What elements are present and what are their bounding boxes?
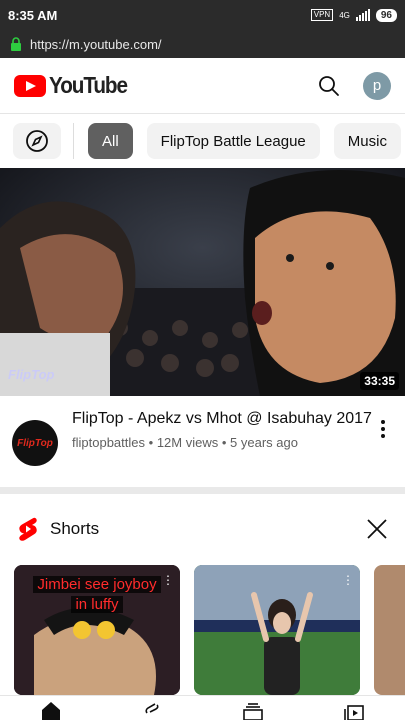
video-info: FlipTop FlipTop - Apekz vs Mhot @ Isabuh…: [0, 396, 405, 488]
video-title[interactable]: FlipTop - Apekz vs Mhot @ Isabuhay 2017: [72, 408, 373, 429]
status-bar: 8:35 AM VPN 4G 96: [0, 0, 405, 30]
more-dot-icon: [381, 427, 385, 431]
nav-shorts[interactable]: [137, 698, 167, 720]
youtube-logo[interactable]: YouTube: [14, 72, 136, 99]
short-caption-line: Jimbei see joyboy: [33, 576, 161, 593]
short-card[interactable]: Jimbei see joyboy in luffy ⋮: [14, 565, 180, 695]
nav-home[interactable]: [36, 698, 66, 720]
short-caption-line: in luffy: [71, 596, 123, 613]
chip-fliptop[interactable]: FlipTop Battle League: [146, 123, 320, 159]
video-meta: fliptopbattles • 12M views • 5 years ago: [72, 435, 373, 450]
bottom-nav: [0, 695, 405, 720]
search-icon[interactable]: [317, 74, 341, 98]
chip-music[interactable]: Music: [333, 123, 401, 159]
battery-indicator: 96: [375, 8, 397, 22]
nav-library[interactable]: [339, 698, 369, 720]
youtube-logo-icon: [14, 74, 46, 97]
account-avatar[interactable]: p: [363, 71, 391, 100]
shorts-row: Jimbei see joyboy in luffy ⋮ ⋮: [14, 565, 405, 695]
close-icon[interactable]: [363, 515, 391, 543]
short-card[interactable]: ⋮: [194, 565, 360, 695]
youtube-header: YouTube p: [0, 58, 405, 114]
thumbnail-watermark: FlipTop: [8, 367, 55, 382]
short-more-icon[interactable]: ⋮: [162, 573, 174, 587]
short-thumbnail: [194, 565, 360, 695]
status-time: 8:35 AM: [8, 7, 58, 23]
status-icons: VPN 4G 96: [310, 8, 397, 22]
shorts-title: Shorts: [50, 519, 100, 538]
view-count: 12M views: [156, 435, 219, 450]
video-duration: 33:35: [360, 372, 399, 390]
explore-chip[interactable]: [13, 123, 61, 159]
short-caption: Jimbei see joyboy in luffy: [14, 575, 180, 615]
lock-icon: [11, 37, 21, 51]
video-text[interactable]: FlipTop - Apekz vs Mhot @ Isabuhay 2017 …: [72, 408, 373, 488]
chip-all[interactable]: All: [88, 123, 133, 159]
url-text[interactable]: https://m.youtube.com/: [30, 37, 162, 52]
meta-separator: •: [148, 435, 154, 450]
signal-icon: [355, 9, 370, 21]
short-card[interactable]: [374, 565, 405, 695]
more-dot-icon: [381, 420, 385, 424]
shorts-icon: [19, 517, 37, 541]
compass-icon: [26, 130, 48, 152]
chip-divider: [73, 123, 74, 159]
vpn-indicator: VPN: [310, 9, 334, 21]
channel-avatar[interactable]: FlipTop: [12, 420, 58, 466]
home-icon: [41, 702, 60, 720]
url-bar[interactable]: https://m.youtube.com/: [0, 30, 405, 58]
library-icon: [344, 705, 365, 720]
shorts-nav-icon: [145, 703, 159, 714]
section-divider: [0, 487, 405, 494]
channel-name: fliptopbattles: [72, 435, 145, 450]
meta-separator: •: [221, 435, 227, 450]
nav-subscriptions[interactable]: [238, 698, 268, 720]
upload-age: 5 years ago: [230, 435, 298, 450]
filter-chips: All FlipTop Battle League Music: [0, 114, 405, 168]
video-thumbnail[interactable]: 33:35 FlipTop: [0, 168, 405, 396]
more-options-button[interactable]: [373, 408, 393, 448]
thumbnail-image: [0, 168, 405, 396]
more-dot-icon: [381, 434, 385, 438]
shorts-header: Shorts: [0, 494, 405, 564]
channel-avatar-text: FlipTop: [17, 437, 53, 449]
subscriptions-icon: [243, 703, 263, 720]
short-more-icon[interactable]: ⋮: [342, 573, 354, 587]
network-type: 4G: [339, 10, 350, 20]
youtube-logo-text: YouTube: [49, 72, 128, 98]
